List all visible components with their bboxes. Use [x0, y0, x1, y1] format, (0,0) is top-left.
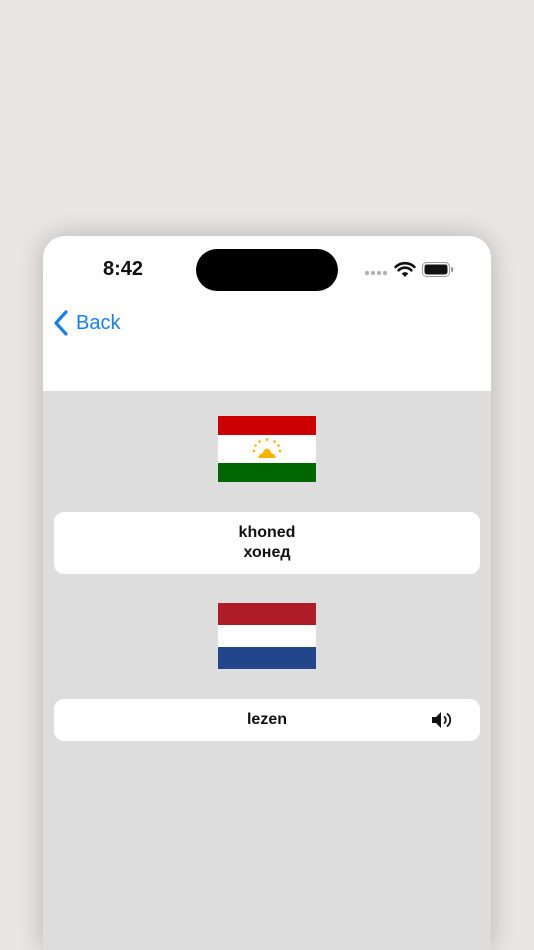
- battery-icon: [422, 262, 454, 277]
- back-label: Back: [76, 311, 121, 334]
- tajikistan-flag: [218, 416, 316, 482]
- cellular-signal-icon: [364, 270, 388, 276]
- back-button[interactable]: Back: [53, 308, 120, 338]
- wifi-icon: [394, 261, 416, 277]
- navigation-header: 8:42 Back: [43, 236, 491, 391]
- netherlands-flag: [218, 603, 316, 669]
- target-word-card: lezen: [54, 699, 480, 741]
- source-word-text: хонед: [243, 544, 291, 561]
- app-screen: 8:42 Back khoned хонед lezen: [43, 236, 491, 950]
- target-word-text: lezen: [246, 711, 287, 728]
- source-word-card: khoned хонед: [54, 512, 480, 574]
- dynamic-island: [196, 249, 338, 291]
- transliteration-text: khoned: [238, 524, 296, 541]
- speaker-icon[interactable]: [431, 710, 455, 730]
- chevron-left-icon: [54, 310, 68, 336]
- status-time: 8:42: [103, 258, 144, 280]
